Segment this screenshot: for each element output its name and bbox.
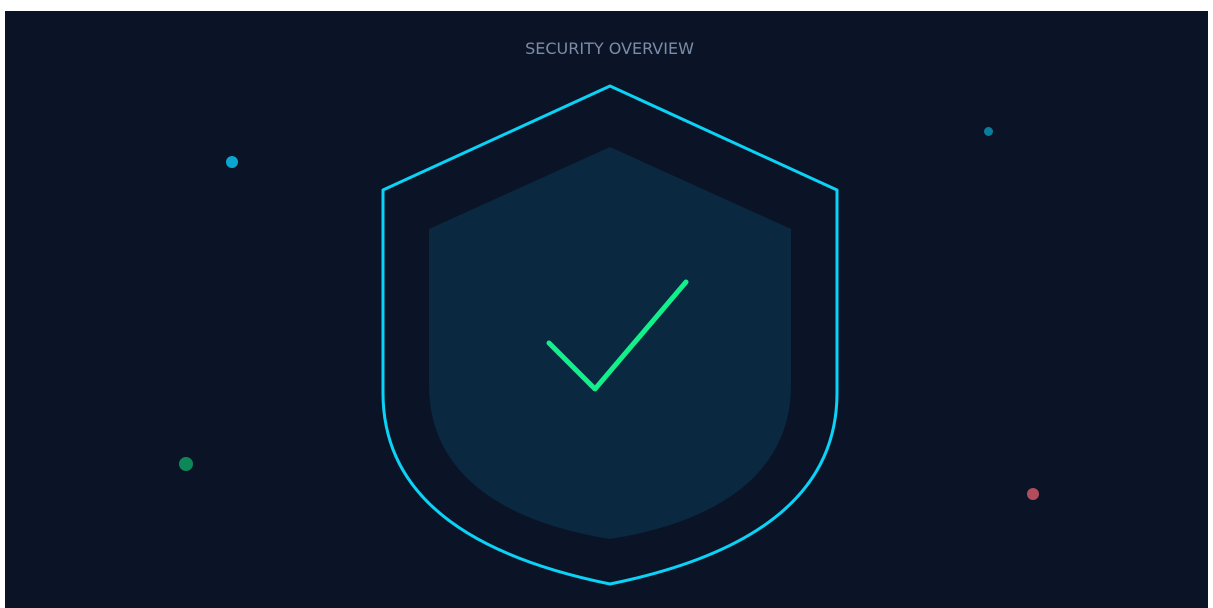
shield-check-icon bbox=[381, 84, 839, 586]
shield-inner-fill bbox=[429, 147, 791, 539]
